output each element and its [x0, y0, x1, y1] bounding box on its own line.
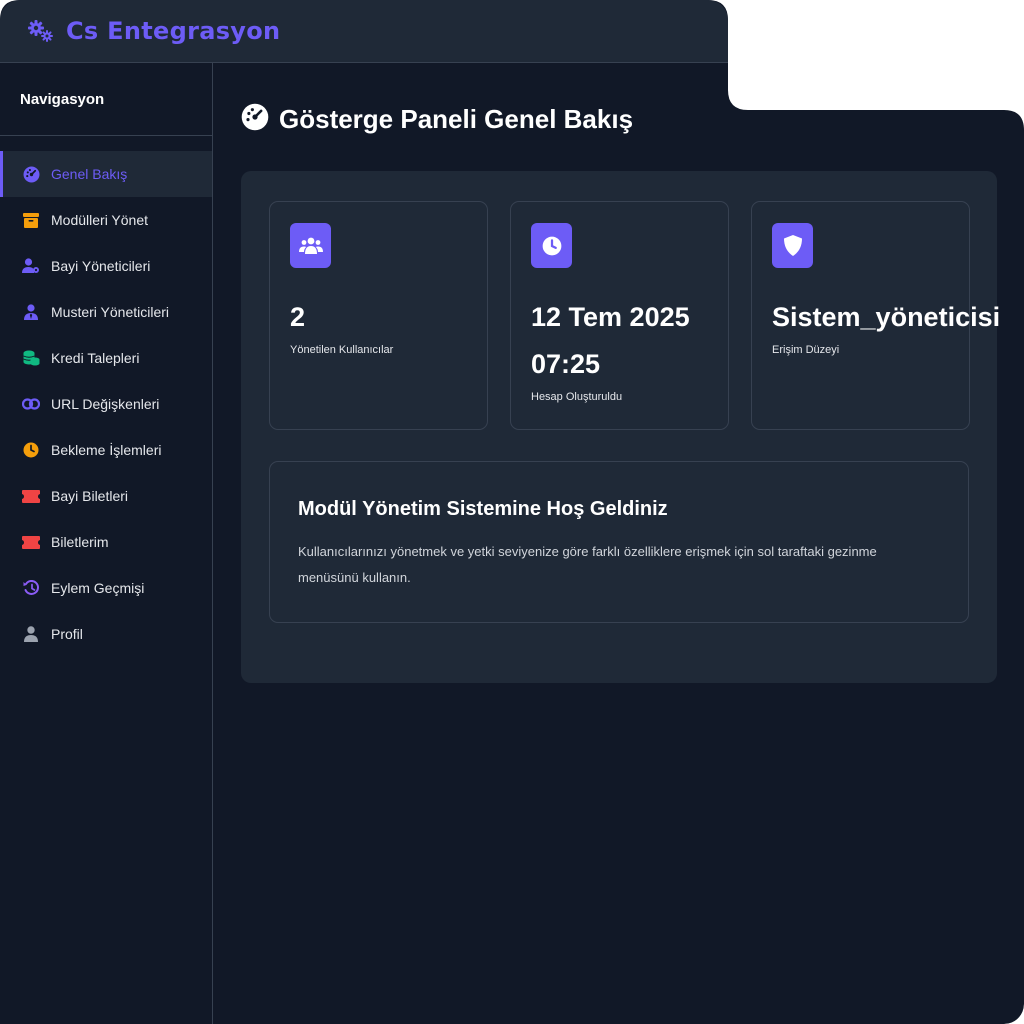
sidebar-item-label: Genel Bakış	[51, 166, 128, 182]
stat-card-access-level: Sistem_yöneticisi Erişim Düzeyi	[751, 201, 1001, 430]
history-icon	[22, 579, 40, 597]
sidebar-item-biletlerim[interactable]: Biletlerim	[0, 519, 212, 565]
sidebar-item-musteri-yoneticileri[interactable]: Musteri Yöneticileri	[0, 289, 212, 335]
sidebar-item-genel-bakis[interactable]: Genel Bakış	[0, 151, 212, 197]
page-heading: Gösterge Paneli Genel Bakış	[241, 103, 633, 136]
sidebar-item-label: URL Değişkenleri	[51, 396, 160, 412]
stat-label: Erişim Düzeyi	[772, 344, 840, 356]
dashboard-gauge-icon	[241, 103, 269, 136]
sidebar-item-label: Bayi Yöneticileri	[51, 258, 151, 274]
user-gear-icon	[22, 257, 40, 275]
sidebar-item-bayi-yoneticileri[interactable]: Bayi Yöneticileri	[0, 243, 212, 289]
box-icon	[22, 211, 40, 229]
stat-value: 12 Tem 2025 07:25	[531, 302, 690, 379]
sidebar-item-eylem-gecmisi[interactable]: Eylem Geçmişi	[0, 565, 212, 611]
app-window: Cs Entegrasyon Navigasyon Genel Bakış Mo…	[0, 0, 1024, 1024]
users-icon	[290, 223, 331, 268]
sidebar-item-label: Modülleri Yönet	[51, 212, 149, 228]
clock-icon	[531, 223, 572, 268]
stat-value: Sistem_yöneticisi	[772, 302, 1001, 332]
ticket-icon	[22, 533, 40, 551]
sidebar-item-profil[interactable]: Profil	[0, 611, 212, 657]
sidebar-item-label: Kredi Talepleri	[51, 350, 140, 366]
app-title: Cs Entegrasyon	[66, 17, 281, 45]
link-icon	[22, 395, 40, 413]
sidebar-item-bayi-biletleri[interactable]: Bayi Biletleri	[0, 473, 212, 519]
coins-icon	[22, 349, 40, 367]
main-content: Gösterge Paneli Genel Bakış 2 Yönetilen …	[213, 63, 1024, 1024]
sidebar-item-label: Bayi Biletleri	[51, 488, 129, 504]
app-logo[interactable]: Cs Entegrasyon	[26, 16, 280, 46]
sidebar-item-label: Eylem Geçmişi	[51, 580, 145, 596]
clock-icon	[22, 441, 40, 459]
dashboard-gauge-icon	[22, 165, 40, 183]
stat-label: Hesap Oluşturuldu	[531, 391, 623, 403]
sidebar-item-modulleri-yonet[interactable]: Modülleri Yönet	[0, 197, 212, 243]
stat-card-managed-users: 2 Yönetilen Kullanıcılar	[269, 201, 488, 430]
gears-icon	[26, 16, 56, 46]
sidebar-item-label: Bekleme İşlemleri	[51, 442, 162, 458]
sidebar-item-label: Musteri Yöneticileri	[51, 304, 170, 320]
stat-label: Yönetilen Kullanıcılar	[290, 344, 394, 356]
stat-card-account-created: 12 Tem 2025 07:25 Hesap Oluşturuldu	[510, 201, 729, 430]
dashboard-panel: 2 Yönetilen Kullanıcılar 12 Tem 2025 07:…	[241, 171, 1001, 683]
sidebar: Navigasyon Genel Bakış Modülleri Yönet B…	[0, 63, 213, 1024]
top-header: Cs Entegrasyon	[0, 0, 728, 63]
stat-cards: 2 Yönetilen Kullanıcılar 12 Tem 2025 07:…	[269, 201, 1001, 430]
sidebar-item-label: Biletlerim	[51, 534, 109, 550]
welcome-title: Modül Yönetim Sistemine Hoş Geldiniz	[298, 498, 668, 520]
sidebar-item-label: Profil	[51, 626, 83, 642]
welcome-box: Modül Yönetim Sistemine Hoş Geldiniz Kul…	[269, 461, 969, 623]
user-tie-icon	[22, 303, 40, 321]
sidebar-title: Navigasyon	[0, 63, 212, 136]
sidebar-item-kredi-talepleri[interactable]: Kredi Talepleri	[0, 335, 212, 381]
user-icon	[22, 625, 40, 643]
sidebar-nav: Genel Bakış Modülleri Yönet Bayi Yönetic…	[0, 151, 212, 657]
welcome-text: Kullanıcılarınızı yönetmek ve yetki sevi…	[298, 544, 877, 585]
shield-icon	[772, 223, 813, 268]
sidebar-item-url-degiskenleri[interactable]: URL Değişkenleri	[0, 381, 212, 427]
sidebar-item-bekleme-islemleri[interactable]: Bekleme İşlemleri	[0, 427, 212, 473]
stat-value: 2	[290, 302, 306, 332]
ticket-icon	[22, 487, 40, 505]
page-title: Gösterge Paneli Genel Bakış	[279, 104, 634, 134]
